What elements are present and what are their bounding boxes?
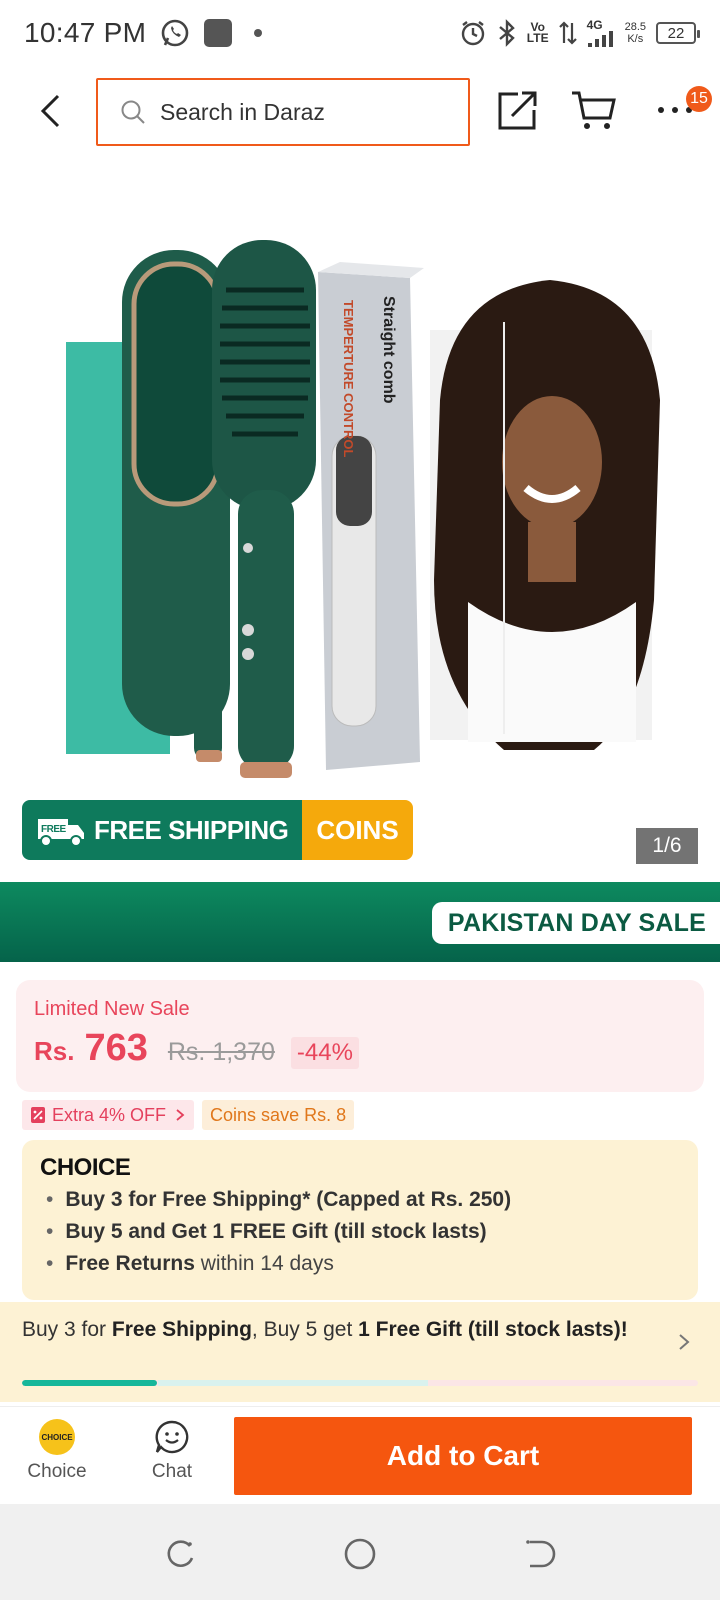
coins-label: COINS	[316, 814, 399, 845]
choice-benefits-card[interactable]: CHOICE Buy 3 for Free Shipping* (Capped …	[22, 1140, 698, 1300]
coins-save-chip: Coins save Rs. 8	[202, 1100, 355, 1130]
status-notification-icons	[160, 18, 263, 48]
network-type: 4G	[586, 18, 603, 32]
progress-bar	[22, 1380, 698, 1386]
current-price: 763	[84, 1027, 148, 1069]
signal-icon	[587, 31, 613, 47]
free-tag: FREE	[41, 824, 67, 835]
sale-type-label: Limited New Sale	[34, 998, 190, 1020]
search-icon	[121, 100, 145, 124]
status-bar: 10:47 PM Vo LTE 4G 28.5 K/s 22	[0, 0, 720, 66]
progress-text-1: Buy 3 for	[22, 1318, 112, 1341]
status-system-icons: Vo LTE 4G 28.5 K/s 22	[459, 19, 700, 47]
system-navigation-bar	[0, 1504, 720, 1600]
alarm-icon	[461, 21, 484, 46]
more-dots-icon	[658, 107, 692, 113]
sale-banner[interactable]: PAKISTAN DAY SALE	[0, 882, 720, 962]
back-nav-icon[interactable]	[520, 1534, 560, 1574]
speed-value: 28.5	[624, 21, 646, 33]
choice-badge-text: CHOICE	[41, 1432, 73, 1442]
price-card: Limited New Sale Rs. 763 Rs. 1,370 -44%	[16, 980, 704, 1092]
choice-benefit-item: Buy 3 for Free Shipping* (Capped at Rs. …	[40, 1184, 680, 1216]
share-icon	[498, 91, 537, 130]
home-icon[interactable]	[340, 1534, 380, 1574]
choice-benefit-item: Free Returns within 14 days	[40, 1248, 680, 1280]
free-shipping-coins-banner: FREE FREE SHIPPING COINS	[22, 800, 413, 860]
choice-benefit-bold: Free Returns	[65, 1252, 195, 1275]
choice-benefit-bold: Buy 3 for Free Shipping* (Capped at Rs. …	[65, 1188, 512, 1211]
progress-bar-fill	[22, 1380, 158, 1386]
search-placeholder: Search in Daraz	[160, 98, 325, 125]
battery-icon: 22	[656, 22, 700, 44]
speed-unit: K/s	[627, 33, 644, 45]
chat-button-label: Chat	[151, 1461, 193, 1482]
notification-count-badge: 15	[686, 86, 712, 112]
offer-chips: Extra 4% OFF Coins save Rs. 8	[22, 1100, 355, 1130]
chevron-right-icon	[679, 1334, 690, 1350]
delivery-truck-icon: FREE	[38, 819, 84, 847]
extra-off-chip[interactable]: Extra 4% OFF	[22, 1100, 195, 1130]
choice-benefits-list: Buy 3 for Free Shipping* (Capped at Rs. …	[40, 1184, 680, 1280]
cart-button[interactable]	[570, 88, 618, 132]
app-notification-icon	[204, 19, 233, 47]
top-navigation: Search in Daraz 15	[0, 76, 720, 146]
choice-benefit-rest: within 14 days	[194, 1252, 334, 1275]
recent-apps-icon[interactable]	[160, 1534, 200, 1574]
product-detail-page: 10:47 PM Vo LTE 4G 28.5 K/s 22 Search in…	[0, 0, 720, 1600]
volte-indicator: Vo LTE	[526, 21, 549, 45]
choice-benefit-item: Buy 5 and Get 1 FREE Gift (till stock la…	[40, 1216, 680, 1248]
price-row: Rs. 763 Rs. 1,370 -44%	[34, 1027, 686, 1070]
bottom-action-bar: CHOICE Choice Chat Add to Cart	[0, 1406, 720, 1504]
free-shipping-label: FREE SHIPPING	[94, 814, 289, 845]
add-to-cart-button[interactable]: Add to Cart	[234, 1417, 692, 1495]
choice-logo: CHOICE	[40, 1154, 131, 1181]
progress-text-3: , Buy 5 get	[251, 1318, 359, 1341]
free-shipping-progress-text: Buy 3 for Free Shipping, Buy 5 get 1 Fre…	[22, 1318, 642, 1342]
sale-banner-label: PAKISTAN DAY SALE	[447, 908, 706, 937]
box-title: Straight comb	[380, 296, 397, 404]
coins-save-label: Coins save Rs. 8	[210, 1104, 347, 1125]
product-photo: Straight comb TEMPERTURE CONTROL	[66, 240, 660, 778]
chat-icon	[155, 1420, 189, 1454]
progress-text-2: Free Shipping	[111, 1318, 252, 1341]
volte-bottom: LTE	[526, 31, 549, 45]
extra-off-label: Extra 4% OFF	[52, 1104, 167, 1125]
chevron-right-icon	[176, 1109, 185, 1121]
network-speed: 28.5 K/s	[625, 21, 646, 45]
signal-group: 4G	[587, 19, 615, 47]
whatsapp-icon	[161, 19, 189, 47]
progress-text-4: 1 Free Gift (till stock lasts)!	[358, 1318, 628, 1341]
choice-benefit-bold: Buy 5 and Get 1 FREE Gift (till stock la…	[65, 1220, 487, 1243]
chat-button[interactable]: Chat	[127, 1419, 217, 1483]
sale-banner-tag: PAKISTAN DAY SALE	[431, 902, 720, 944]
cart-icon	[572, 91, 616, 129]
chevron-left-icon	[40, 94, 60, 128]
choice-button-label: Choice	[27, 1461, 87, 1482]
bluetooth-icon	[499, 19, 515, 47]
free-shipping-badge: FREE FREE SHIPPING	[22, 800, 303, 860]
battery-level: 22	[667, 24, 685, 42]
price-currency: Rs.	[34, 1036, 75, 1066]
share-button[interactable]	[496, 88, 540, 132]
back-button[interactable]	[28, 88, 72, 134]
image-counter: 1/6	[636, 828, 698, 864]
voucher-icon	[31, 1107, 45, 1123]
status-time: 10:47 PM	[24, 17, 147, 48]
box-feature: TEMPERTURE CONTROL	[341, 300, 356, 458]
progress-bar-next-segment	[158, 1380, 428, 1386]
dot-icon	[254, 29, 263, 37]
coins-badge: COINS	[302, 800, 413, 860]
choice-badge-icon: CHOICE	[39, 1419, 75, 1455]
product-image-gallery[interactable]: Straight comb TEMPERTURE CONTROL	[0, 150, 720, 882]
search-input[interactable]: Search in Daraz	[96, 78, 470, 146]
free-shipping-progress[interactable]: Buy 3 for Free Shipping, Buy 5 get 1 Fre…	[0, 1302, 720, 1402]
choice-button[interactable]: CHOICE Choice	[12, 1419, 102, 1483]
discount-badge: -44%	[290, 1037, 359, 1069]
original-price: Rs. 1,370	[167, 1038, 275, 1066]
data-transfer-icon	[558, 21, 577, 45]
